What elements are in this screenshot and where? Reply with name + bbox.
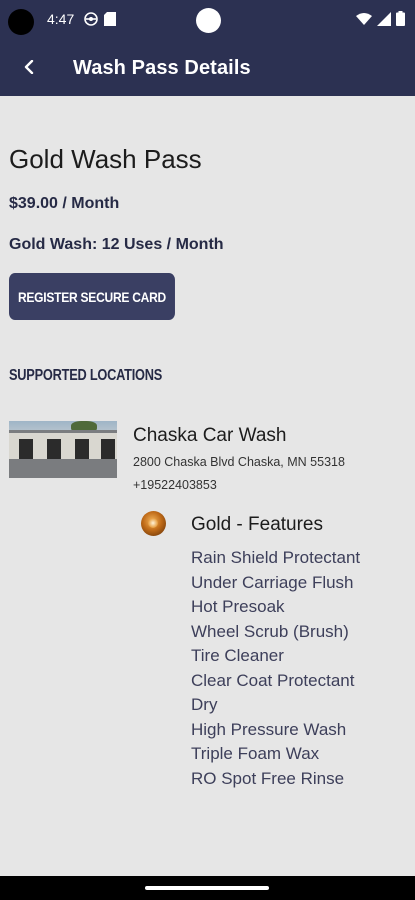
location-name: Chaska Car Wash [133,425,287,446]
location-photo [9,421,117,478]
photo-bay [19,439,33,459]
feature-item: RO Spot Free Rinse [191,768,345,788]
supported-locations-heading: Supported Locations [9,367,163,384]
feature-item: Rain Shield Protectant [191,548,361,567]
sd-card-icon [104,12,116,26]
battery-icon [396,11,405,26]
status-time: 4:47 [47,11,75,27]
back-arrow-icon [24,60,34,74]
wifi-icon [356,12,372,25]
feature-item: Dry [191,695,218,714]
feature-item: High Pressure Wash [191,719,347,739]
gold-tier-icon [141,511,166,536]
feature-item: Triple Foam Wax [191,744,320,763]
features-list: Rain Shield Protectant Under Carriage Fl… [191,546,360,791]
photo-ground [9,459,117,478]
features-title: Gold - Features [191,514,323,535]
screen: 4:47 Wash Pass Details Gold Wash Pass $3… [0,0,415,900]
back-button[interactable] [12,50,46,84]
feature-item: Hot Presoak [191,597,285,616]
page-title: Wash Pass Details [73,57,251,79]
feature-item: Under Carriage Flush [191,572,354,592]
system-icons [356,11,405,26]
photo-bay [75,439,89,459]
location-phone[interactable]: +19522403853 [133,478,217,492]
pass-price: $39.00 / Month [9,195,120,212]
register-secure-card-button[interactable]: Register Secure Card [9,273,175,320]
photo-bay [47,439,61,459]
location-address: 2800 Chaska Blvd Chaska, MN 55318 [133,455,345,469]
feature-item: Tire Cleaner [191,646,284,665]
home-indicator[interactable] [145,886,269,890]
vpn-icon [84,12,98,26]
app-bar: Wash Pass Details [0,40,415,96]
signal-icon [377,11,391,26]
camera-cutout [8,9,34,35]
status-bar: 4:47 [0,0,415,40]
notification-icons [84,12,116,26]
feature-item: Clear Coat Protectant [191,670,355,690]
pass-title: Gold Wash Pass [9,144,202,174]
pass-uses: Gold Wash: 12 Uses / Month [9,236,224,253]
front-camera [196,8,221,33]
feature-item: Wheel Scrub (Brush) [191,621,349,641]
photo-bay [101,439,115,459]
